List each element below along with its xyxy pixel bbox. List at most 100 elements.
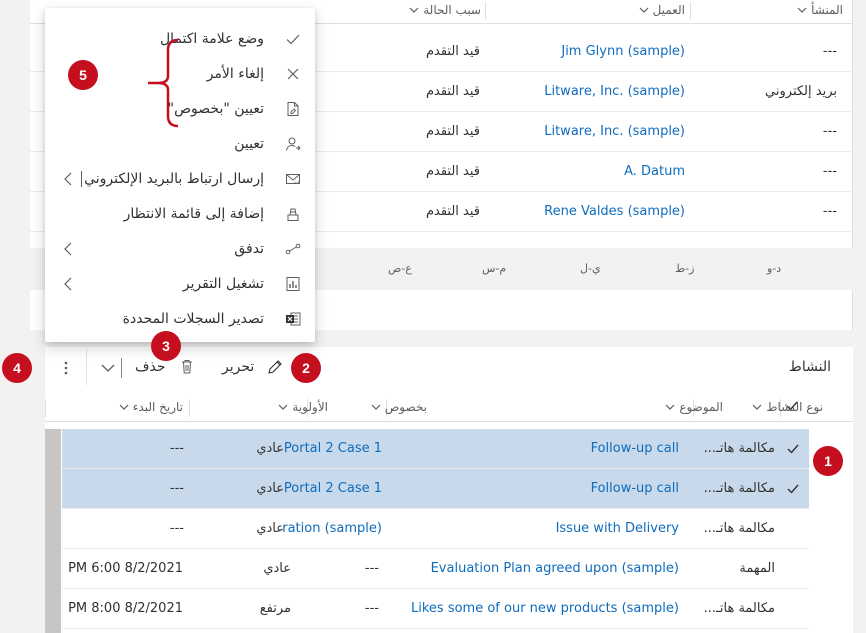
column-header-start-date[interactable]: تاريخ البدء <box>119 400 183 414</box>
chevron-left-icon[interactable] <box>63 171 73 187</box>
alphabet-filter-item[interactable]: د-و <box>767 262 781 275</box>
excel-icon <box>286 312 301 326</box>
edit-button[interactable]: تحرير <box>217 355 289 381</box>
column-header-activity-type[interactable]: نوع النشاط <box>752 400 823 414</box>
menu-item-run-report[interactable]: تشغيل التقرير <box>45 267 315 302</box>
subject-link[interactable]: Follow-up call <box>591 481 679 496</box>
pencil-icon <box>268 360 282 374</box>
column-divider <box>690 2 691 20</box>
column-header-subject[interactable]: الموضوع <box>665 400 723 414</box>
chevron-down-icon <box>752 404 762 410</box>
customer-link[interactable]: Rene Valdes (sample) <box>544 204 685 219</box>
start-date-cell: 8/2/2021 8:00 PM <box>68 601 183 616</box>
priority-cell: عادي <box>256 441 284 456</box>
overflow-commands-menu: وضع علامة اكتمال إلغاء الأمر تعيين "بخصو… <box>45 8 315 342</box>
column-header-priority[interactable]: الأولوية <box>278 400 328 414</box>
menu-item-label: تصدير السجلات المحددة <box>122 311 264 327</box>
customer-link[interactable]: Jim Glynn (sample) <box>561 44 685 59</box>
subgrid-title: النشاط <box>788 359 831 375</box>
chevron-down-icon <box>119 404 129 410</box>
origin-cell: --- <box>822 44 837 59</box>
toolbar-divider <box>86 349 87 385</box>
expand-commands-button[interactable] <box>97 357 119 379</box>
priority-cell: عادي <box>263 561 291 576</box>
chevron-down-icon <box>409 7 419 13</box>
table-row[interactable]: مكالمة هاتـ... Issue with Delivery ratio… <box>62 509 809 549</box>
chevron-down-icon <box>101 364 115 372</box>
table-row[interactable]: مكالمة هاتـ... Follow-up call Portal 2 C… <box>62 429 809 469</box>
customer-link[interactable]: A. Datum <box>624 164 685 179</box>
trash-icon <box>182 360 192 374</box>
table-row[interactable]: مكالمة هاتـ... Likes some of our new pro… <box>62 589 809 629</box>
origin-cell: بريد إلكتروني <box>765 84 837 99</box>
chevron-left-icon <box>64 242 72 256</box>
menu-item-set-regarding[interactable]: تعيين "بخصوص" <box>45 92 315 127</box>
priority-cell: عادي <box>256 481 284 496</box>
menu-item-flow[interactable]: تدفق <box>45 232 315 267</box>
bracket-annotation <box>148 38 179 128</box>
menu-item-email-link[interactable]: إرسال ارتباط بالبريد الإلكتروني <box>45 162 315 197</box>
activity-header-row: نوع النشاط الموضوع بخصوص الأولوية تاريخ … <box>45 394 853 422</box>
split-divider <box>81 171 82 187</box>
menu-item-label: تشغيل التقرير <box>182 276 264 292</box>
chevron-left-icon <box>64 277 72 291</box>
subject-link[interactable]: Follow-up call <box>591 441 679 456</box>
delete-label: حذف <box>135 359 166 375</box>
table-row[interactable]: المهمة Evaluation Plan agreed upon (samp… <box>62 549 809 589</box>
close-icon <box>287 68 299 80</box>
regarding-link[interactable]: Portal 2 Case 1 <box>284 481 382 496</box>
regarding-link[interactable]: ration (sample) <box>282 521 382 536</box>
status-cell: قيد التقدم <box>425 164 480 179</box>
status-cell: قيد التقدم <box>425 124 480 139</box>
menu-item-add-to-queue[interactable]: إضافة إلى قائمة الانتظار <box>45 197 315 232</box>
column-header-origin[interactable]: المنشأ <box>797 3 843 17</box>
menu-item-label: تعيين <box>234 136 264 152</box>
set-regarding-icon <box>287 102 299 116</box>
callout-badge-3: 3 <box>151 331 181 361</box>
origin-cell: --- <box>822 124 837 139</box>
regarding-link[interactable]: Portal 2 Case 1 <box>284 441 382 456</box>
origin-cell: --- <box>822 164 837 179</box>
checkmark-icon <box>787 444 799 454</box>
column-divider <box>485 2 486 20</box>
start-date-cell: --- <box>169 441 184 456</box>
menu-item-label: إلغاء الأمر <box>206 66 264 82</box>
alphabet-filter-item[interactable]: ع-ص <box>388 262 412 275</box>
start-date-cell: 8/2/2021 6:00 PM <box>68 561 183 576</box>
table-row[interactable]: مكالمة هاتـ... Follow-up call Portal 2 C… <box>62 469 809 509</box>
callout-badge-5: 5 <box>68 60 98 90</box>
more-commands-button[interactable] <box>53 357 79 379</box>
customer-link[interactable]: Litware, Inc. (sample) <box>544 124 685 139</box>
activity-subgrid: النشاط حذف تحرير نوع النشاط الموضوع بخصو… <box>45 347 853 633</box>
chevron-down-icon <box>797 7 807 13</box>
activity-type-cell: المهمة <box>739 561 775 576</box>
assign-user-icon <box>286 137 301 151</box>
menu-item-export-selected[interactable]: تصدير السجلات المحددة <box>45 302 315 337</box>
column-header-regarding[interactable]: بخصوص <box>371 400 427 414</box>
menu-item-label: تدفق <box>234 241 264 257</box>
flow-icon <box>285 243 301 255</box>
column-header-customer[interactable]: العميل <box>639 3 685 17</box>
checkmark-icon <box>787 484 799 494</box>
alphabet-filter-item[interactable]: ز-ط <box>675 262 694 275</box>
alphabet-filter-item[interactable]: ي-ل <box>580 262 601 275</box>
activity-type-cell: مكالمة هاتـ... <box>703 601 775 616</box>
toolbar-divider <box>121 358 122 378</box>
column-header-status-reason[interactable]: سبب الحالة <box>409 3 481 17</box>
regarding-cell: --- <box>364 561 379 576</box>
subject-link[interactable]: Issue with Delivery <box>556 521 679 536</box>
chevron-down-icon <box>371 404 381 410</box>
menu-item-mark-complete[interactable]: وضع علامة اكتمال <box>45 22 315 57</box>
menu-item-label: تعيين "بخصوص" <box>167 101 264 117</box>
subject-link[interactable]: Evaluation Plan agreed upon (sample) <box>431 561 679 576</box>
report-icon <box>286 277 300 291</box>
alphabet-filter-item[interactable]: م-س <box>482 262 506 275</box>
menu-item-assign[interactable]: تعيين <box>45 127 315 162</box>
regarding-cell: --- <box>364 601 379 616</box>
status-cell: قيد التقدم <box>425 44 480 59</box>
subject-link[interactable]: Likes some of our new products (sample) <box>411 601 679 616</box>
callout-badge-4: 4 <box>2 353 32 383</box>
menu-item-label: إضافة إلى قائمة الانتظار <box>123 206 264 222</box>
customer-link[interactable]: Litware, Inc. (sample) <box>544 84 685 99</box>
vertical-scrollbar[interactable] <box>45 429 61 633</box>
